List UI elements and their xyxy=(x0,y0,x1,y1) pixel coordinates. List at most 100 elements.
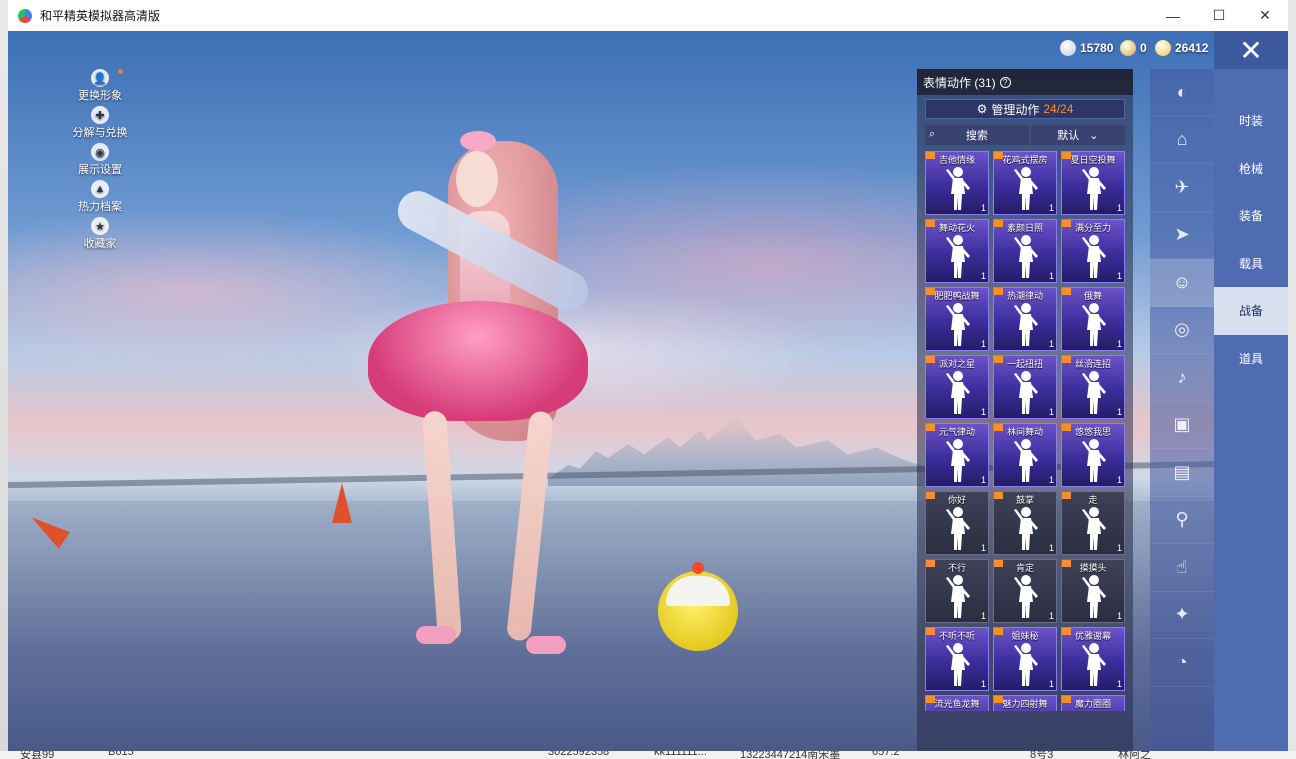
tab-5[interactable]: 战备 xyxy=(1214,287,1288,335)
help-icon[interactable]: ? xyxy=(999,76,1011,88)
tab-3[interactable]: 装备 xyxy=(1214,192,1288,240)
collector-badge-icon: ★ xyxy=(91,217,109,235)
pet-chick-crest xyxy=(692,562,704,574)
photo-frame-icon[interactable]: ▤ xyxy=(1150,449,1214,497)
close-window-button[interactable]: ✕ xyxy=(1242,0,1288,31)
drone-icon[interactable]: ✈ xyxy=(1150,164,1214,212)
tab-6[interactable]: 道具 xyxy=(1214,335,1288,383)
emote-card[interactable]: 不听不听 1 xyxy=(925,627,989,691)
emote-figure-icon xyxy=(946,574,970,618)
traffic-cone xyxy=(332,483,352,523)
emote-card[interactable]: 元气律动 1 xyxy=(925,423,989,487)
emote-name: 舞动花火 xyxy=(938,223,975,233)
left-menu-item[interactable]: ▲ 热力档案 xyxy=(70,180,130,217)
emote-card[interactable]: 优雅谢幕 1 xyxy=(1061,627,1125,691)
sort-dropdown[interactable]: 默认 ⌄ xyxy=(1030,125,1125,145)
emote-card[interactable]: 俄舞 1 xyxy=(1061,287,1125,351)
emote-card[interactable]: 肥肥鸭战舞 1 xyxy=(925,287,989,351)
speaker-icon[interactable]: ♪ xyxy=(1150,354,1214,402)
emote-card[interactable]: 流光鱼龙舞1 xyxy=(925,695,989,711)
emote-figure-icon xyxy=(1082,574,1106,618)
minimize-button[interactable]: — xyxy=(1150,0,1196,31)
emote-count: 1 xyxy=(980,339,986,349)
emote-card[interactable]: 派对之星 1 xyxy=(925,355,989,419)
manage-emotes-button[interactable]: ⚙ 管理动作 24/24 xyxy=(925,99,1125,119)
emote-card[interactable]: 热潮律动 1 xyxy=(993,287,1057,351)
robot-icon[interactable]: ◎ xyxy=(1150,307,1214,354)
emote-name: 一起扭扭 xyxy=(1006,359,1043,369)
coin-silver-icon xyxy=(1060,40,1076,56)
emote-card[interactable]: 舞动花火 1 xyxy=(925,219,989,283)
emote-card[interactable]: 一起扭扭 1 xyxy=(993,355,1057,419)
close-overlay-button[interactable]: ✕ xyxy=(1214,31,1288,69)
emote-card[interactable]: 摸摸头 1 xyxy=(1061,559,1125,623)
emote-name: 姐妹秘 xyxy=(1011,631,1039,641)
emote-figure-icon xyxy=(1082,234,1106,278)
hand-tap-icon[interactable]: ☝ xyxy=(1150,544,1214,592)
emote-name: 俄舞 xyxy=(1083,291,1102,301)
emote-card[interactable]: 素颜日照 1 xyxy=(993,219,1057,283)
emote-card[interactable]: 走1 xyxy=(1061,491,1125,555)
magic-wand-icon[interactable]: ✦ xyxy=(1150,592,1214,639)
plane-icon[interactable]: ➤ xyxy=(1150,212,1214,259)
emote-figure-icon xyxy=(946,370,970,414)
left-menu-item[interactable]: ★ 收藏家 xyxy=(70,217,130,254)
emote-count: 1 xyxy=(1048,475,1054,485)
emote-card[interactable]: 花鸡式摆房 1 xyxy=(993,151,1057,215)
spreadsheet-cell: 657.2 xyxy=(872,751,900,758)
emote-card[interactable]: 姐妹秘 1 xyxy=(993,627,1057,691)
emote-figure-icon xyxy=(1014,234,1038,278)
emote-figure-icon xyxy=(946,642,970,686)
emote-grid[interactable]: 吉他情缘 1 花鸡式摆房 1 夏日空投舞 1 舞动花火 1 素颜日照 1 满分至力 1 肥肥鸭战舞 1 热潮… xyxy=(925,151,1133,711)
emote-figure-icon xyxy=(1082,642,1106,686)
emote-count: 1 xyxy=(1116,271,1122,281)
emote-card[interactable]: 丝滑连招 1 xyxy=(1061,355,1125,419)
emote-card[interactable]: 你好 1 xyxy=(925,491,989,555)
background-window-right xyxy=(1288,0,1296,759)
emote-count: 1 xyxy=(980,203,986,213)
left-menu-item[interactable]: ✚ 分解与兑换 xyxy=(70,106,130,143)
player-character[interactable] xyxy=(368,131,608,661)
emote-card[interactable]: 鼓掌 1 xyxy=(993,491,1057,555)
emote-card[interactable]: 吉他情缘 1 xyxy=(925,151,989,215)
emote-card[interactable]: 不行 1 xyxy=(925,559,989,623)
spreadsheet-cell: kk111111... xyxy=(654,751,707,758)
left-menu-label: 更换形象 xyxy=(78,90,122,102)
pet-icon[interactable]: ▣ xyxy=(1150,402,1214,449)
emote-card[interactable]: 魅力四射舞1 xyxy=(993,695,1057,711)
emote-card[interactable]: 肯定 1 xyxy=(993,559,1057,623)
emote-name: 魅力四射舞 xyxy=(1002,699,1048,709)
emote-figure-icon xyxy=(946,506,970,550)
background-spreadsheet-row: 安县99 B615 3022592358 kk111111... 13223447214… xyxy=(0,751,1296,759)
search-input[interactable]: ⌕ 搜索 xyxy=(925,125,1029,145)
tab-4[interactable]: 载具 xyxy=(1214,240,1288,288)
game-viewport[interactable]: 15780 0 26412 👤 更换形象 ✚ 分解与兑换 ◉ 展示设置 ▲ 热力档案 ★ 收藏家 表情… xyxy=(8,31,1288,751)
emote-figure-icon xyxy=(946,710,970,711)
left-menu-item[interactable]: ◉ 展示设置 xyxy=(70,143,130,180)
emote-name: 夏日空投舞 xyxy=(1070,155,1116,165)
extinguisher-icon[interactable]: ⚲ xyxy=(1150,497,1214,544)
emote-card[interactable]: 林间舞动 1 xyxy=(993,423,1057,487)
puzzle-icon: ✚ xyxy=(91,106,109,124)
window-controls: — ☐ ✕ xyxy=(1150,0,1288,31)
emote-card[interactable]: 夏日空投舞 1 xyxy=(1061,151,1125,215)
left-menu-item[interactable]: 👤 更换形象 xyxy=(70,69,130,106)
fan-icon[interactable]: ◐ xyxy=(1150,69,1214,117)
emote-card[interactable]: 魔力圈圈1 xyxy=(1061,695,1125,711)
emote-face-icon[interactable]: ☺ xyxy=(1150,259,1214,307)
emote-name: 满分至力 xyxy=(1074,223,1111,233)
emote-panel-title: 表情动作 (31) xyxy=(923,75,996,90)
emote-count: 1 xyxy=(1116,611,1122,621)
tab-2[interactable]: 枪械 xyxy=(1214,145,1288,193)
emote-count: 1 xyxy=(980,475,986,485)
emote-card[interactable]: 悠悠我思 1 xyxy=(1061,423,1125,487)
maximize-button[interactable]: ☐ xyxy=(1196,0,1242,31)
emote-card[interactable]: 满分至力 1 xyxy=(1061,219,1125,283)
ufo-icon[interactable]: ◔ xyxy=(1150,639,1214,687)
emote-count: 1 xyxy=(980,611,986,621)
emote-figure-icon xyxy=(1082,370,1106,414)
emote-name: 林间舞动 xyxy=(1006,427,1043,437)
shoe-icon[interactable]: ⌂ xyxy=(1150,117,1214,164)
sort-label: 默认 xyxy=(1057,130,1080,142)
tab-1[interactable]: 时装 xyxy=(1214,97,1288,145)
